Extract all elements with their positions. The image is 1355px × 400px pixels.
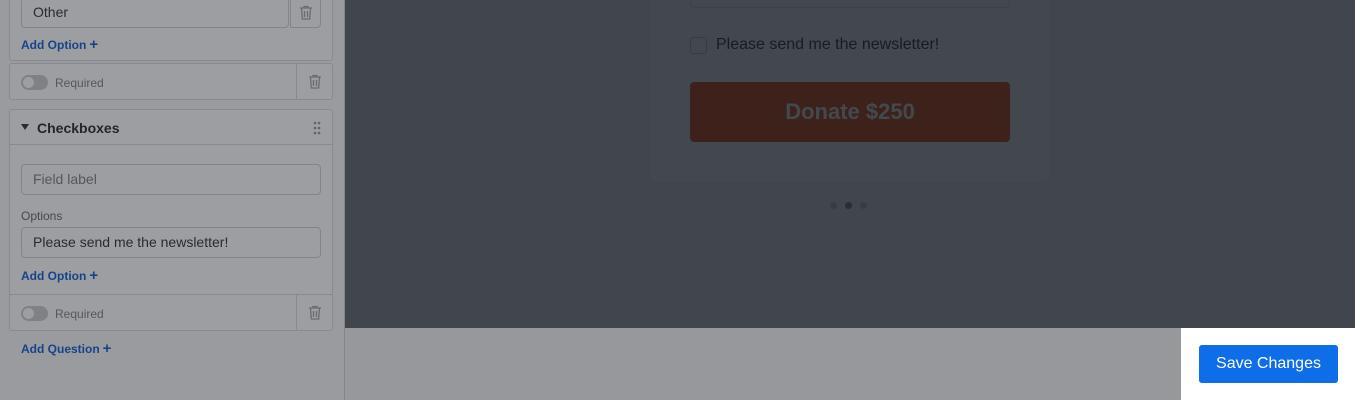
form-builder-sidebar: Other Add Option + Required Checkboxes Fi… [0, 0, 345, 400]
required-row: Required [9, 63, 333, 100]
field-label-input[interactable]: Field label [21, 164, 321, 195]
option-input-other[interactable]: Other [21, 0, 289, 28]
donate-button[interactable]: Donate $250 [690, 82, 1010, 142]
add-option-link[interactable]: Add Option + [21, 267, 99, 284]
delete-option-button[interactable] [290, 0, 321, 28]
caret-down-icon[interactable] [21, 124, 29, 130]
required-label: Required [55, 307, 104, 321]
checkboxes-section-header[interactable]: Checkboxes [9, 109, 333, 145]
delete-question-button[interactable] [296, 64, 332, 99]
options-label: Options [21, 209, 63, 223]
required-label: Required [55, 76, 104, 90]
plus-icon: + [89, 267, 99, 284]
save-highlight-spotlight: Save Changes [1181, 328, 1355, 400]
save-changes-button[interactable]: Save Changes [1199, 345, 1338, 383]
carousel-dot[interactable] [860, 202, 867, 209]
question-card-options: Other Add Option + [9, 0, 333, 61]
newsletter-checkbox[interactable] [690, 37, 707, 54]
preview-input-field[interactable] [690, 0, 1010, 8]
drag-handle-icon[interactable] [313, 121, 321, 135]
option-input-newsletter[interactable]: Please send me the newsletter! [21, 227, 321, 258]
add-question-link[interactable]: Add Question + [21, 340, 112, 357]
required-toggle[interactable] [21, 306, 48, 321]
trash-icon [299, 5, 312, 20]
required-row: Required [9, 294, 333, 331]
carousel-dot-active[interactable] [845, 202, 852, 209]
plus-icon: + [89, 36, 99, 53]
plus-icon: + [102, 340, 112, 357]
section-title: Checkboxes [37, 120, 120, 136]
newsletter-checkbox-label: Please send me the newsletter! [716, 36, 940, 53]
trash-icon [308, 305, 321, 320]
trash-icon [308, 74, 321, 89]
checkboxes-question-body: Field label Options Please send me the n… [9, 145, 333, 295]
carousel-dots [830, 202, 867, 209]
required-toggle[interactable] [21, 75, 48, 90]
add-option-link[interactable]: Add Option + [21, 36, 99, 53]
donation-form-card: Please send me the newsletter! Donate $2… [650, 0, 1050, 182]
carousel-dot[interactable] [830, 202, 837, 209]
form-preview-area: Please send me the newsletter! Donate $2… [345, 0, 1355, 328]
delete-question-button[interactable] [296, 295, 332, 330]
